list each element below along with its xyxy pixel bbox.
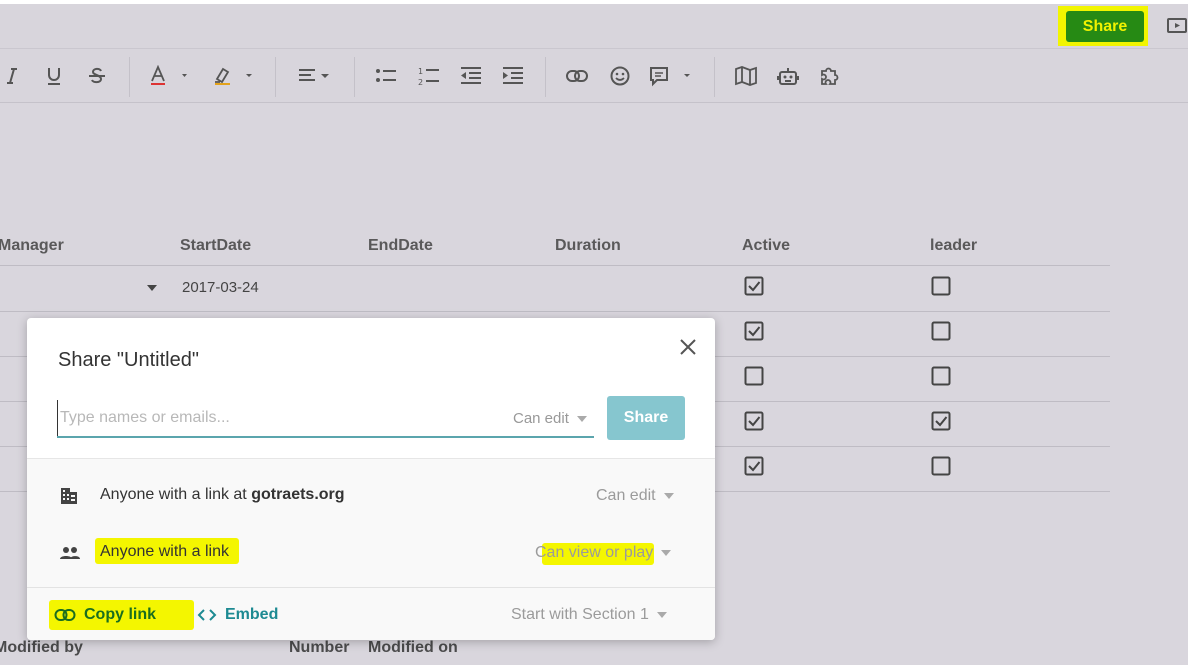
- toolbar-separator: [275, 57, 276, 97]
- column-header-leader[interactable]: leader: [930, 237, 977, 255]
- domain-link-prefix: Anyone with a link at: [100, 486, 252, 503]
- toolbar-separator: [354, 57, 355, 97]
- link-icon: [54, 609, 76, 621]
- top-bar: Share: [0, 0, 1188, 49]
- anyone-permission-label: Can view or play: [535, 544, 654, 561]
- svg-text:2: 2: [418, 78, 423, 87]
- chevron-down-icon: [661, 550, 672, 556]
- start-section-select[interactable]: Start with Section 1: [511, 606, 667, 624]
- text-color-icon[interactable]: [148, 63, 192, 89]
- robot-icon[interactable]: [776, 63, 800, 89]
- link-settings-section: Anyone with a link at gotraets.org Can e…: [27, 458, 715, 588]
- dialog-footer: Copy link Embed Start with Section 1: [27, 587, 715, 640]
- active-checkbox[interactable]: [744, 456, 764, 476]
- anyone-permission-select[interactable]: Can view or play: [535, 544, 672, 562]
- puzzle-icon[interactable]: [818, 63, 842, 89]
- domain-link-label: Anyone with a link at gotraets.org: [100, 486, 345, 504]
- toolbar-separator: [129, 57, 130, 97]
- active-checkbox[interactable]: [744, 366, 764, 386]
- leader-checkbox[interactable]: [931, 456, 951, 476]
- invite-permission-select[interactable]: Can edit: [513, 410, 587, 427]
- bullet-list-icon[interactable]: [374, 63, 398, 89]
- italic-icon[interactable]: [2, 63, 22, 89]
- strikethrough-icon[interactable]: [86, 63, 108, 89]
- active-checkbox[interactable]: [744, 276, 764, 296]
- leader-checkbox[interactable]: [931, 276, 951, 296]
- leader-checkbox[interactable]: [931, 366, 951, 386]
- share-dialog: Share "Untitled" Can edit Share Anyone w…: [27, 318, 715, 640]
- domain-permission-label: Can edit: [596, 487, 656, 504]
- highlight-color-icon[interactable]: [212, 63, 260, 89]
- domain-permission-select[interactable]: Can edit: [596, 487, 674, 505]
- copy-link-button[interactable]: Copy link: [54, 606, 156, 624]
- manager-dropdown-caret[interactable]: [147, 285, 157, 291]
- embed-label: Embed: [225, 606, 279, 623]
- start-section-label: Start with Section 1: [511, 606, 649, 623]
- column-header-enddate[interactable]: EndDate: [368, 237, 433, 255]
- invite-permission-label: Can edit: [513, 410, 569, 427]
- toolbar-separator: [545, 57, 546, 97]
- invite-share-button[interactable]: Share: [607, 396, 685, 440]
- embed-button[interactable]: Embed: [197, 606, 278, 624]
- start-date-cell[interactable]: 2017-03-24: [182, 279, 259, 296]
- toolbar-separator: [714, 57, 715, 97]
- active-checkbox[interactable]: [744, 321, 764, 341]
- column-header-modified-on[interactable]: Modified on: [368, 639, 458, 657]
- column-header-duration[interactable]: Duration: [555, 237, 621, 255]
- numbered-list-icon[interactable]: 12: [417, 63, 441, 89]
- outdent-icon[interactable]: [459, 63, 483, 89]
- people-icon: [59, 543, 80, 563]
- share-button[interactable]: Share: [1066, 11, 1144, 42]
- column-header-modified-by[interactable]: Modified by: [0, 639, 83, 657]
- close-icon[interactable]: [677, 336, 699, 358]
- present-icon[interactable]: [1166, 16, 1188, 36]
- dialog-title: Share "Untitled": [58, 349, 199, 371]
- map-icon[interactable]: [734, 63, 758, 89]
- code-icon: [197, 609, 217, 621]
- column-header-number[interactable]: Number: [289, 639, 349, 657]
- comment-icon[interactable]: [649, 63, 697, 89]
- leader-checkbox[interactable]: [931, 411, 951, 431]
- domain-icon: [59, 486, 79, 506]
- chevron-down-icon: [663, 493, 674, 499]
- indent-icon[interactable]: [501, 63, 525, 89]
- chevron-down-icon: [576, 415, 587, 422]
- column-header-active[interactable]: Active: [742, 237, 790, 255]
- row-divider: [0, 311, 1110, 312]
- row-divider: [0, 265, 1110, 266]
- underline-icon[interactable]: [44, 63, 64, 89]
- emoji-icon[interactable]: [609, 63, 631, 89]
- active-checkbox[interactable]: [744, 411, 764, 431]
- anyone-link-label: Anyone with a link: [100, 543, 229, 560]
- column-header-manager[interactable]: Manager: [0, 237, 64, 255]
- copy-link-label: Copy link: [84, 606, 157, 623]
- link-icon[interactable]: [565, 63, 589, 89]
- column-header-startdate[interactable]: StartDate: [180, 237, 251, 255]
- leader-checkbox[interactable]: [931, 321, 951, 341]
- format-toolbar: 12: [0, 49, 1188, 103]
- chevron-down-icon: [656, 612, 667, 618]
- align-icon[interactable]: [297, 63, 335, 89]
- invite-field-wrapper: Can edit: [57, 400, 594, 438]
- svg-text:1: 1: [418, 67, 423, 76]
- invite-input[interactable]: [57, 400, 497, 436]
- domain-name: gotraets.org: [251, 486, 345, 503]
